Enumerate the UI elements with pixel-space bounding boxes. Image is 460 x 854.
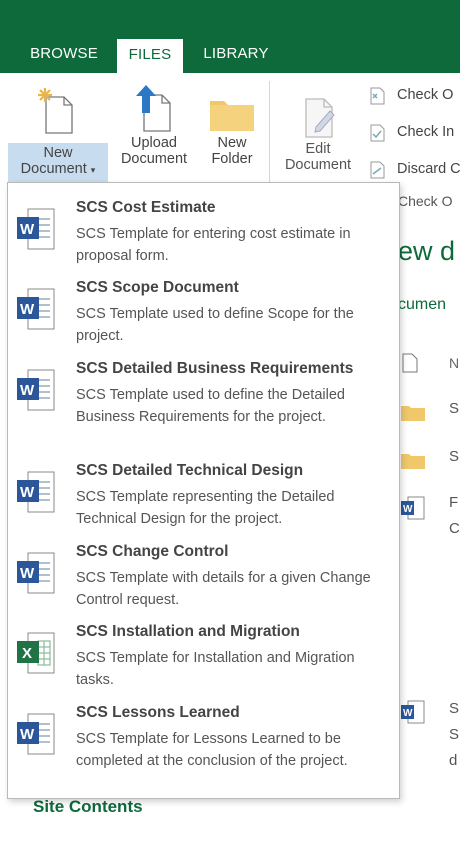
menu-item-title: SCS Cost Estimate: [76, 199, 216, 216]
menu-item-title: SCS Installation and Migration: [76, 623, 300, 640]
menu-item-title: SCS Detailed Business Requirements: [76, 360, 354, 377]
ribbon-tab-bar: BROWSE FILES LIBRARY: [0, 0, 460, 73]
svg-text:W: W: [20, 726, 35, 743]
list-item-line: d: [449, 752, 458, 769]
word-icon: W: [401, 700, 425, 724]
folder-icon: [401, 454, 425, 469]
list-item[interactable]: S: [449, 448, 459, 465]
upload-document-button[interactable]: Upload Document: [112, 83, 196, 167]
new-document-label-2: Document: [20, 161, 87, 177]
list-item[interactable]: S: [449, 700, 459, 717]
menu-item-cost-estimate[interactable]: W SCS Cost Estimate SCS Template for ent…: [8, 199, 399, 271]
page-subtitle[interactable]: cumen: [398, 296, 446, 314]
menu-item-scope-document[interactable]: W SCS Scope Document SCS Template used t…: [8, 279, 399, 351]
file-type-header-icon: [402, 353, 418, 373]
menu-item-description: SCS Template used to define the Detailed…: [76, 387, 345, 425]
folder-icon: [210, 101, 254, 131]
svg-text:W: W: [20, 382, 35, 399]
list-item[interactable]: F: [449, 494, 458, 511]
chevron-down-icon: ▾: [90, 165, 96, 175]
site-contents-link[interactable]: Site Contents: [33, 797, 143, 817]
upload-document-label-2: Document: [120, 151, 188, 167]
list-item-line: C: [449, 520, 460, 537]
list-item[interactable]: S: [449, 400, 459, 417]
word-icon: W: [17, 369, 55, 411]
excel-icon: X: [17, 632, 55, 674]
edit-document-button[interactable]: Edit Document: [278, 83, 358, 173]
word-icon: W: [17, 552, 55, 594]
list-item-line: S: [449, 726, 460, 743]
svg-text:W: W: [20, 221, 35, 238]
edit-document-icon: [305, 98, 335, 138]
menu-item-description: SCS Template with details for a given Ch…: [76, 570, 371, 608]
word-icon: W: [17, 471, 55, 513]
menu-item-business-requirements[interactable]: W SCS Detailed Business Requirements SCS…: [8, 360, 399, 452]
svg-text:W: W: [20, 301, 35, 318]
word-icon: W: [17, 208, 55, 250]
check-out-icon: [370, 87, 385, 105]
check-out-label: Check O: [397, 87, 454, 103]
menu-item-description: SCS Template for Installation and Migrat…: [76, 650, 355, 688]
word-icon: W: [401, 496, 425, 520]
tab-library[interactable]: LIBRARY: [190, 36, 282, 73]
check-in-label: Check In: [397, 124, 455, 140]
check-in-icon: [370, 124, 385, 142]
tab-browse[interactable]: BROWSE: [18, 36, 110, 73]
menu-item-description: SCS Template for entering cost estimate …: [76, 226, 351, 264]
discard-label: Discard C: [397, 161, 460, 177]
menu-item-description: SCS Template representing the Detailed T…: [76, 489, 335, 527]
new-folder-label-1: New: [217, 135, 247, 151]
new-document-icon: [38, 88, 73, 134]
new-folder-button[interactable]: New Folder: [204, 83, 260, 167]
word-icon: W: [17, 713, 55, 755]
menu-item-installation-migration[interactable]: X SCS Installation and Migration SCS Tem…: [8, 623, 399, 695]
svg-text:X: X: [22, 645, 32, 662]
edit-document-label-2: Document: [284, 157, 352, 173]
menu-item-change-control[interactable]: W SCS Change Control SCS Template with d…: [8, 543, 399, 615]
svg-text:W: W: [20, 565, 35, 582]
svg-text:W: W: [20, 484, 35, 501]
word-icon: W: [17, 288, 55, 330]
svg-text:W: W: [403, 708, 413, 719]
upload-icon: [136, 85, 171, 132]
new-document-label-1: New: [43, 145, 73, 161]
svg-text:W: W: [403, 504, 413, 515]
menu-item-title: SCS Detailed Technical Design: [76, 462, 304, 479]
menu-item-technical-design[interactable]: W SCS Detailed Technical Design SCS Temp…: [8, 462, 399, 534]
menu-item-title: SCS Scope Document: [76, 279, 239, 296]
discard-icon: [370, 161, 385, 179]
page-title: ew d: [398, 236, 456, 266]
menu-item-lessons-learned[interactable]: W SCS Lessons Learned SCS Template for L…: [8, 704, 399, 796]
menu-item-title: SCS Change Control: [76, 543, 229, 560]
edit-document-label-1: Edit: [305, 141, 331, 157]
new-document-menu: W SCS Cost Estimate SCS Template for ent…: [7, 182, 400, 799]
menu-item-description: SCS Template for Lessons Learned to be c…: [76, 731, 348, 769]
menu-item-description: SCS Template used to define Scope for th…: [76, 306, 354, 344]
ribbon-group-label: Check O: [398, 193, 453, 209]
new-document-button[interactable]: New Document ▾: [8, 83, 108, 185]
tab-files[interactable]: FILES: [117, 36, 183, 73]
menu-item-title: SCS Lessons Learned: [76, 704, 240, 721]
column-header-name[interactable]: N: [449, 355, 459, 371]
new-folder-label-2: Folder: [211, 151, 253, 167]
upload-document-label-1: Upload: [131, 135, 177, 151]
folder-icon: [401, 406, 425, 421]
